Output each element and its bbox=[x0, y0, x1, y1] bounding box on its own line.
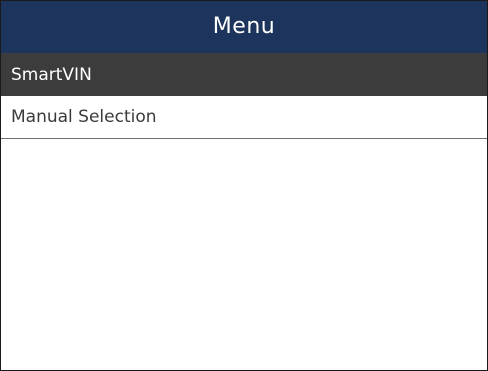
title-bar: Menu bbox=[1, 1, 487, 53]
menu-item-label: SmartVIN bbox=[11, 64, 92, 85]
menu-item-smartvin[interactable]: SmartVIN bbox=[1, 53, 487, 96]
page-title: Menu bbox=[212, 13, 276, 39]
menu-item-manual-selection[interactable]: Manual Selection bbox=[1, 96, 487, 139]
menu-list: SmartVIN Manual Selection bbox=[1, 53, 487, 139]
menu-screen: Menu SmartVIN Manual Selection bbox=[0, 0, 488, 371]
menu-item-label: Manual Selection bbox=[11, 107, 157, 127]
